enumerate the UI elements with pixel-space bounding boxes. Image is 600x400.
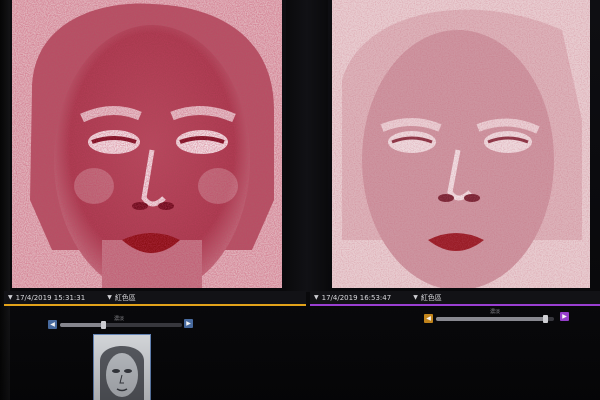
left-mode-dropdown[interactable]: 紅色區 <box>115 293 136 303</box>
left-status-bar: ▼ 17/4/2019 15:31:31 ▼ 紅色區 <box>4 291 306 306</box>
right-slider-thumb[interactable] <box>542 315 548 323</box>
triangle-down-icon[interactable]: ▼ <box>8 294 13 301</box>
left-decrease-button[interactable]: ◀ <box>48 320 57 329</box>
right-mode-dropdown[interactable]: 紅色區 <box>421 293 442 303</box>
left-slider-thumb[interactable] <box>100 321 106 329</box>
right-intensity-label: 濃淡 <box>490 309 501 315</box>
left-face-scan <box>12 0 282 288</box>
face-thumbnail[interactable] <box>93 334 151 400</box>
left-slider-fill <box>60 323 103 327</box>
skin-analysis-screen: ▼ 17/4/2019 15:31:31 ▼ 紅色區 ▼ 17/4/2019 1… <box>0 0 600 400</box>
left-increase-button[interactable]: ▶ <box>184 319 193 328</box>
triangle-down-icon[interactable]: ▼ <box>107 294 112 301</box>
face-thumbnail-image <box>94 335 150 400</box>
right-slider-fill <box>436 317 545 321</box>
panel-divider <box>286 0 328 292</box>
left-timestamp: 17/4/2019 15:31:31 <box>15 293 86 302</box>
monitor-bezel <box>0 0 10 400</box>
triangle-down-icon[interactable]: ▼ <box>314 294 319 301</box>
right-intensity-slider[interactable] <box>436 315 554 323</box>
right-increase-button[interactable]: ▶ <box>560 312 569 321</box>
right-decrease-button[interactable]: ◀ <box>424 314 433 323</box>
left-intensity-slider[interactable] <box>60 321 182 329</box>
right-face-image[interactable] <box>332 0 590 288</box>
right-face-scan <box>332 0 590 288</box>
left-face-image[interactable] <box>12 0 282 288</box>
right-status-bar: ▼ 17/4/2019 16:53:47 ▼ 紅色區 <box>310 291 600 306</box>
triangle-down-icon[interactable]: ▼ <box>413 294 418 301</box>
right-timestamp: 17/4/2019 16:53:47 <box>321 293 392 302</box>
left-intensity-label: 濃淡 <box>114 316 125 322</box>
